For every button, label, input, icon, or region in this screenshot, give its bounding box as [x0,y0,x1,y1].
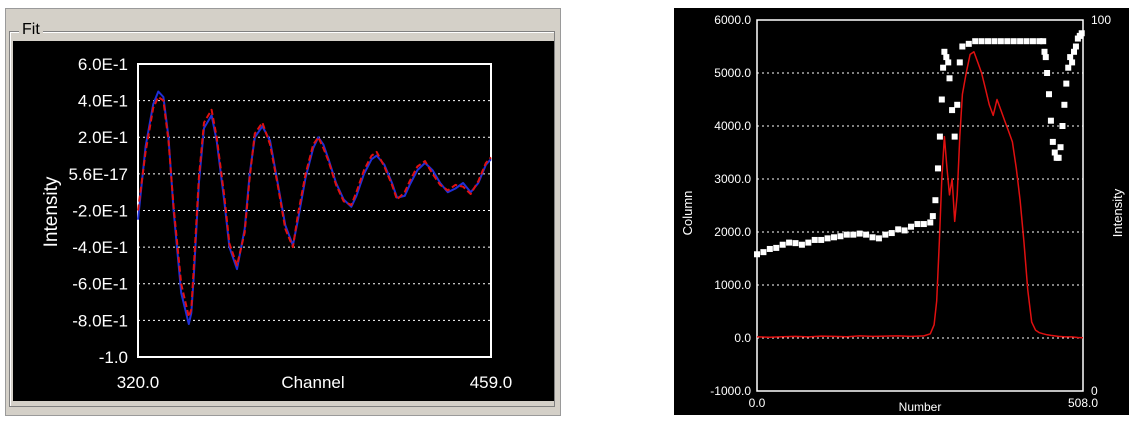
data-point [945,59,952,66]
column-x-axis-label: Number [899,400,942,414]
data-point [1049,138,1056,145]
data-point [811,236,818,243]
data-point [1051,149,1058,156]
data-point [927,219,934,226]
data-point [929,213,936,220]
data-point [895,226,902,233]
data-point [920,221,927,228]
column-y-axis-label: Column [680,191,695,236]
data-point [882,231,889,238]
data-point [1065,64,1072,71]
y-tick-label: 3000.0 [714,172,751,186]
x-tick-label: 508.0 [1068,396,1098,410]
data-point [1041,48,1048,55]
data-point [991,38,998,45]
data-point [805,239,812,246]
data-point [843,231,850,238]
data-point [798,241,805,248]
y-tick-label: -1000.0 [710,384,751,398]
data-point [1061,101,1068,108]
data-point [754,251,760,258]
data-point [888,230,895,237]
data-point [1040,38,1047,45]
data-point [949,107,956,114]
data-point [824,235,831,242]
y-tick-label: 2000.0 [714,225,751,239]
data-point [869,234,876,241]
y-tick-label: 5000.0 [714,66,751,80]
column-intensity-chart: 6000.05000.04000.03000.02000.01000.00.0-… [680,13,1125,414]
data-point [1029,38,1036,45]
data-point [792,240,799,247]
data-point [837,233,844,240]
data-point [914,221,921,228]
x-tick-label: 0.0 [749,396,766,410]
y-tick-label: 4000.0 [714,119,751,133]
data-point [1078,30,1085,37]
data-point [908,223,915,230]
data-point [1044,70,1051,76]
data-point [1063,80,1070,87]
data-point [786,239,793,246]
data-point [1071,48,1078,55]
data-point [978,38,985,45]
data-point [951,133,958,140]
data-point [940,64,947,71]
data-point [1017,38,1024,45]
data-point [773,244,780,251]
data-point [766,245,773,252]
data-point [972,38,979,45]
data-point [1055,154,1062,161]
data-point [934,165,941,172]
intensity-y2-ticks: 1000 [1091,13,1111,398]
data-point [831,234,838,241]
column-gridlines [757,72,1083,339]
data-point [946,75,953,82]
column-series-group [754,30,1085,339]
data-point [936,133,943,140]
data-point [875,235,882,242]
y-tick-label: 1000.0 [714,278,751,292]
data-point [965,40,972,47]
data-point [941,48,948,55]
data-point [1047,117,1054,124]
series-line-1 [756,51,1084,339]
data-point [1057,144,1064,151]
y-tick-label: 6000.0 [714,13,751,27]
column-y-ticks: 6000.0 5000.0 4000.0 3000.0 2000.0 1000.0 0.0 -… [710,13,751,398]
data-point [1010,38,1017,45]
data-point [1045,91,1052,98]
data-point [985,38,992,45]
data-point [954,101,961,108]
data-point [779,241,786,248]
data-point [1067,54,1074,61]
data-point [1072,43,1079,50]
data-point [997,38,1004,45]
y-tick-label: 0.0 [734,331,751,345]
y2-tick-label: 100 [1091,13,1111,27]
data-point [1004,38,1011,45]
data-point [1023,38,1030,45]
data-point [1042,54,1049,61]
data-point [863,231,870,238]
data-point [850,231,857,238]
data-point [818,236,825,243]
data-point [959,43,966,50]
data-point [1059,123,1066,129]
data-point [943,54,950,61]
data-point [956,59,963,66]
data-point [901,227,908,234]
data-point [1069,59,1076,66]
data-point [938,96,945,103]
data-point [932,197,939,204]
data-point [856,230,863,237]
data-point [760,249,767,256]
intensity-y2-axis-label: Intensity [1110,188,1125,237]
